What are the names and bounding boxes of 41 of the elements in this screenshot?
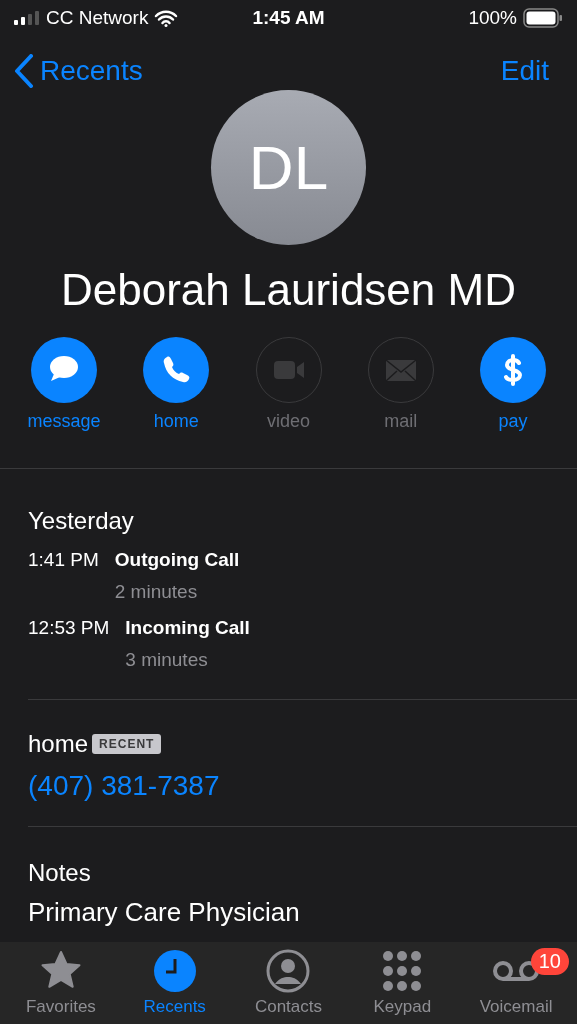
- tab-label: Favorites: [25, 997, 96, 1017]
- date-heading: Yesterday: [28, 507, 135, 536]
- clock-icon: [152, 949, 197, 993]
- back-button[interactable]: Recents: [14, 53, 143, 88]
- action-label: video: [267, 411, 310, 433]
- call-duration: 3 minutes: [125, 649, 209, 672]
- person-icon: [266, 949, 311, 993]
- battery-percent: 100%: [468, 6, 517, 29]
- notification-badge: 10: [530, 948, 569, 976]
- status-time: 1:45 AM: [252, 6, 325, 29]
- notes-text: Primary Care Physician: [28, 897, 301, 929]
- tab[interactable]: Keypad: [345, 942, 460, 1024]
- tab-label: Contacts: [254, 997, 323, 1017]
- call-duration: 2 minutes: [114, 581, 199, 604]
- chevron-left-icon: [14, 53, 34, 88]
- tab[interactable]: Contacts: [231, 942, 346, 1024]
- call-time: 1:41 PM: [28, 549, 99, 573]
- action-label: message: [27, 411, 101, 433]
- battery-icon: [523, 7, 563, 28]
- recent-badge: RECENT: [92, 734, 162, 755]
- tab[interactable]: Favorites: [4, 942, 118, 1024]
- phone-label: home: [28, 730, 89, 759]
- wifi-icon: [154, 8, 179, 27]
- action-label: home: [153, 411, 199, 433]
- tab-label: Recents: [143, 997, 206, 1017]
- edit-button[interactable]: Edit: [500, 54, 549, 87]
- notes-label: Notes: [28, 859, 92, 888]
- tab[interactable]: Voicemail 10: [459, 942, 573, 1024]
- signal-icon: [14, 10, 40, 25]
- call-type: Outgoing Call: [114, 549, 240, 572]
- contact-name: Deborah Lauridsen MD: [60, 265, 517, 316]
- contact-avatar: DL: [211, 90, 366, 246]
- carrier-name: CC Network: [46, 6, 149, 29]
- phone-number[interactable]: (407) 381-7387: [28, 770, 549, 803]
- action-label: mail: [384, 411, 418, 433]
- action-label: pay: [498, 411, 528, 433]
- call-type: Incoming Call: [125, 617, 250, 640]
- tab-label: Voicemail: [479, 997, 553, 1017]
- tab-label: Keypad: [373, 997, 432, 1017]
- tab[interactable]: Recents: [117, 942, 232, 1024]
- call-time: 12:53 PM: [28, 617, 110, 641]
